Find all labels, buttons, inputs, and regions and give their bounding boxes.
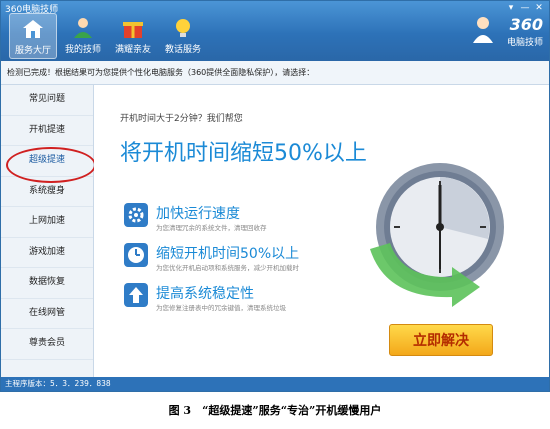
nav-label: 教话服务: [164, 45, 201, 55]
version-text: 主程序版本：5．3．239．838: [5, 379, 111, 388]
status-bar: 主程序版本：5．3．239．838: [1, 377, 549, 391]
nav-label: 我的技师: [64, 45, 101, 55]
technician-icon: [74, 18, 92, 38]
feature-title: 提高系统稳定性: [156, 286, 254, 302]
nav-service-hall[interactable]: 服务大厅: [9, 13, 57, 59]
window-controls: ▾ — ✕: [505, 3, 545, 13]
sidebar-item-data-recovery[interactable]: 数据恢复: [1, 268, 93, 299]
sidebar-item-boot-speedup[interactable]: 开机提速: [1, 116, 93, 146]
technician-avatar-icon: [473, 17, 493, 43]
feature-desc: 为您优化开机启动项和系统服务，减少开机加载时: [156, 264, 299, 272]
headline: 将开机时间缩短50%以上: [120, 141, 367, 166]
clock-illustration: [370, 163, 504, 307]
sidebar-item-web-accelerate[interactable]: 上网加速: [1, 207, 93, 238]
feature-desc: 为您清理冗余的系统文件，清理回收存: [156, 224, 267, 232]
gift-icon: [123, 22, 143, 38]
lightbulb-icon: [176, 19, 190, 37]
sidebar-item-vip[interactable]: 尊贵会员: [1, 329, 93, 360]
feature-desc: 为您修复注册表中的冗余键值，清理系统垃圾: [156, 304, 286, 312]
sidebar: 常见问题 开机提速 超级提速 系统瘦身 上网加速 游戏加速 数据恢复 在线网管 …: [1, 85, 94, 377]
sidebar-item-game-accelerate[interactable]: 游戏加速: [1, 238, 93, 268]
feature-title: 加快运行速度: [156, 206, 240, 222]
figure-caption: 图 3 “超级提速”服务“专治”开机缓慢用户: [168, 404, 382, 417]
nav-label: 服务大厅: [14, 46, 51, 56]
nav-friends[interactable]: 满耀亲友: [109, 13, 157, 59]
nav-my-technician[interactable]: 我的技师: [59, 13, 107, 59]
subtitle: 开机时间大于2分钟？我们帮您: [120, 114, 243, 124]
nav-tips[interactable]: 教话服务: [159, 13, 207, 59]
nav-label: 满耀亲友: [114, 45, 151, 55]
top-nav: 服务大厅 我的技师 满耀亲友 教话服务: [9, 13, 207, 59]
main-panel: 开机时间大于2分钟？我们帮您 将开机时间缩短50%以上 加快运行速度 为您清理冗…: [94, 85, 549, 377]
sidebar-item-faq[interactable]: 常见问题: [1, 85, 93, 116]
home-icon: [23, 20, 43, 38]
feature-title: 缩短开机时间50%以上: [156, 246, 300, 262]
titlebar: 360 电脑技师 ▾ — ✕ 服务大厅 我的技师 满耀亲友 教话服务 360 电脑…: [1, 1, 549, 61]
highlight-circle: [6, 147, 96, 183]
menu-icon[interactable]: ▾: [505, 3, 517, 13]
brand-name: 电脑技师: [506, 38, 543, 48]
clock-icon: [124, 243, 148, 267]
minimize-icon[interactable]: —: [519, 3, 531, 13]
sidebar-item-online-admin[interactable]: 在线网管: [1, 299, 93, 329]
close-icon[interactable]: ✕: [533, 3, 545, 13]
notice-text: 检测已完成！根据结果可为您提供个性化电脑服务（360提供全面隐私保护），请选择：: [1, 61, 549, 85]
solve-now-button[interactable]: 立即解决: [389, 324, 493, 356]
app-window: 360 电脑技师 ▾ — ✕ 服务大厅 我的技师 满耀亲友 教话服务 360 电脑…: [0, 0, 550, 392]
brand-logo: 360: [509, 15, 543, 34]
upload-arrow-icon: [124, 283, 148, 307]
gear-icon: [124, 203, 148, 227]
